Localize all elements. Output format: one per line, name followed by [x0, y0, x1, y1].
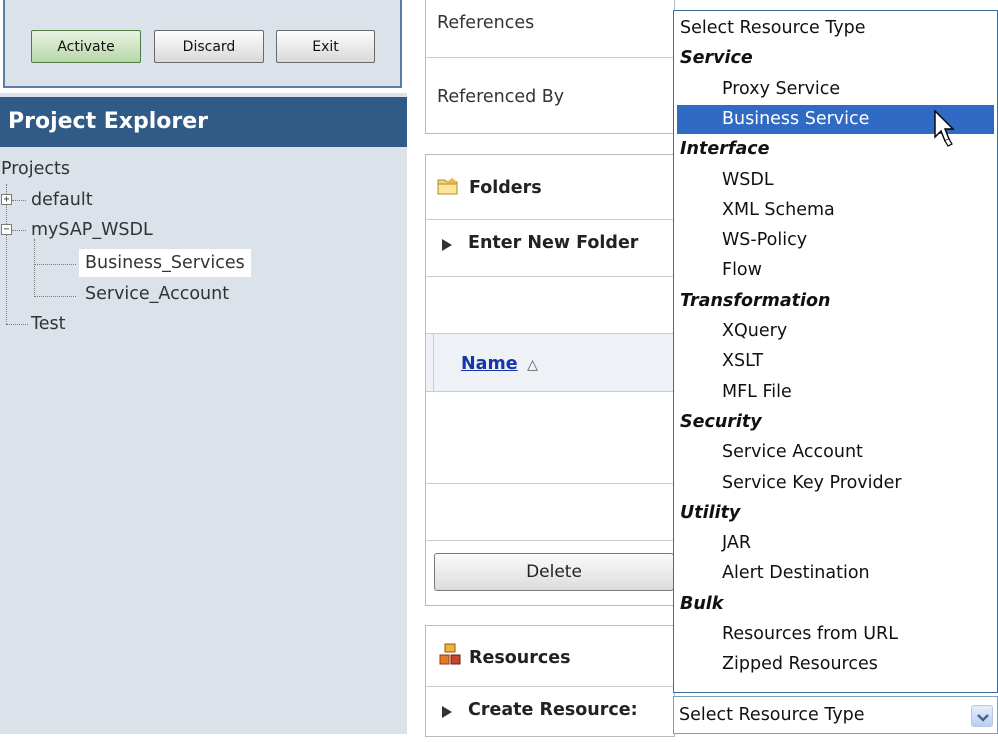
- resource-type-select[interactable]: Select Resource Type: [673, 696, 998, 734]
- dropdown-group-label: Bulk: [680, 593, 724, 614]
- references-label: References: [437, 13, 535, 33]
- divider: [426, 57, 676, 58]
- divider: [426, 219, 676, 220]
- tree-line: [6, 324, 28, 325]
- dropdown-option[interactable]: XQuery: [674, 317, 997, 346]
- dropdown-option[interactable]: Resources from URL: [674, 620, 997, 649]
- tree-item-label: Business_Services: [79, 249, 251, 277]
- resources-box: Resources Create Resource:: [425, 625, 676, 737]
- dropdown-option[interactable]: JAR: [674, 529, 997, 558]
- tree-item-label: Test: [31, 314, 66, 334]
- project-explorer-title: Project Explorer: [0, 97, 407, 147]
- sort-ascending-icon[interactable]: △: [527, 357, 538, 373]
- select-value: Select Resource Type: [679, 705, 865, 725]
- dropdown-group-label: Utility: [680, 502, 741, 523]
- dropdown-option[interactable]: XSLT: [674, 347, 997, 376]
- left-panel: Activate Discard Exit Project Explorer P…: [0, 0, 407, 734]
- divider: [433, 334, 434, 391]
- tree-line: [34, 264, 76, 265]
- divider: [426, 483, 676, 484]
- tree-line: [34, 296, 76, 297]
- dropdown-option[interactable]: Service Account: [674, 438, 997, 467]
- dropdown-option[interactable]: MFL File: [674, 378, 997, 407]
- tree-item-label: Service_Account: [85, 284, 230, 304]
- referenced-by-label: Referenced By: [437, 87, 565, 107]
- tree-item-label: mySAP_WSDL: [31, 220, 153, 240]
- dropdown-arrow-icon[interactable]: [971, 705, 993, 727]
- collapse-icon[interactable]: −: [1, 224, 12, 235]
- tree-line: [12, 200, 26, 201]
- dropdown-option[interactable]: Flow: [674, 256, 997, 285]
- tree-item-label: default: [31, 190, 93, 210]
- resources-icon: [439, 643, 461, 671]
- dropdown-option[interactable]: XML Schema: [674, 196, 997, 225]
- folder-icon: [437, 176, 459, 200]
- name-sort-link[interactable]: Name: [461, 354, 518, 374]
- divider: [426, 276, 676, 277]
- dropdown-group-label: Security: [680, 411, 762, 432]
- divider: [426, 686, 676, 687]
- dropdown-group-label: Transformation: [680, 290, 831, 311]
- tree-root-label: Projects: [1, 159, 70, 179]
- folders-box: Folders Enter New Folder Name △: [425, 154, 676, 606]
- expand-triangle-icon[interactable]: [442, 239, 452, 251]
- tree-line: [6, 184, 7, 324]
- dropdown-option[interactable]: Service Key Provider: [674, 469, 997, 498]
- change-center-box: Activate Discard Exit: [3, 0, 402, 88]
- activate-button[interactable]: Activate: [31, 30, 141, 63]
- create-resource-label: Create Resource:: [468, 700, 638, 720]
- dropdown-option[interactable]: WSDL: [674, 166, 997, 195]
- dropdown-option[interactable]: Alert Destination: [674, 559, 997, 588]
- resources-title: Resources: [469, 648, 571, 668]
- dropdown-option[interactable]: Zipped Resources: [674, 650, 997, 679]
- change-center: Activate Discard Exit: [0, 0, 407, 93]
- exit-button[interactable]: Exit: [276, 30, 375, 63]
- tree-line: [12, 230, 26, 231]
- dropdown-option[interactable]: WS-Policy: [674, 226, 997, 255]
- mouse-cursor-icon: [934, 109, 960, 152]
- dropdown-placeholder-option[interactable]: Select Resource Type: [680, 14, 998, 43]
- expand-icon[interactable]: +: [1, 194, 12, 205]
- tree-line: [34, 239, 35, 297]
- delete-button[interactable]: Delete: [434, 553, 674, 591]
- folders-title: Folders: [469, 178, 542, 198]
- table-header: Name △: [426, 333, 676, 392]
- references-box: References Referenced By: [425, 0, 676, 134]
- name-column-header[interactable]: Name △: [461, 354, 538, 374]
- divider: [426, 540, 676, 541]
- dropdown-group-label: Service: [680, 48, 753, 69]
- discard-button[interactable]: Discard: [154, 30, 264, 63]
- dropdown-option[interactable]: Proxy Service: [674, 75, 997, 104]
- enter-new-folder-label[interactable]: Enter New Folder: [468, 233, 638, 253]
- expand-triangle-icon: [442, 706, 452, 718]
